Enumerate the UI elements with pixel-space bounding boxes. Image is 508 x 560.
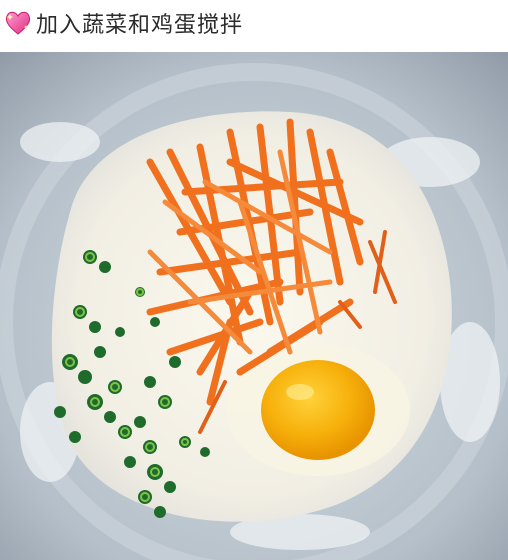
post-view: 加入蔬菜和鸡蛋搅拌 [0,0,508,560]
batter-bowl-photo [0,52,508,560]
egg-yolk [261,360,375,460]
caption-bar: 加入蔬菜和鸡蛋搅拌 [0,0,508,46]
sparkling-heart-icon [4,10,32,36]
caption-text: 加入蔬菜和鸡蛋搅拌 [36,13,244,38]
